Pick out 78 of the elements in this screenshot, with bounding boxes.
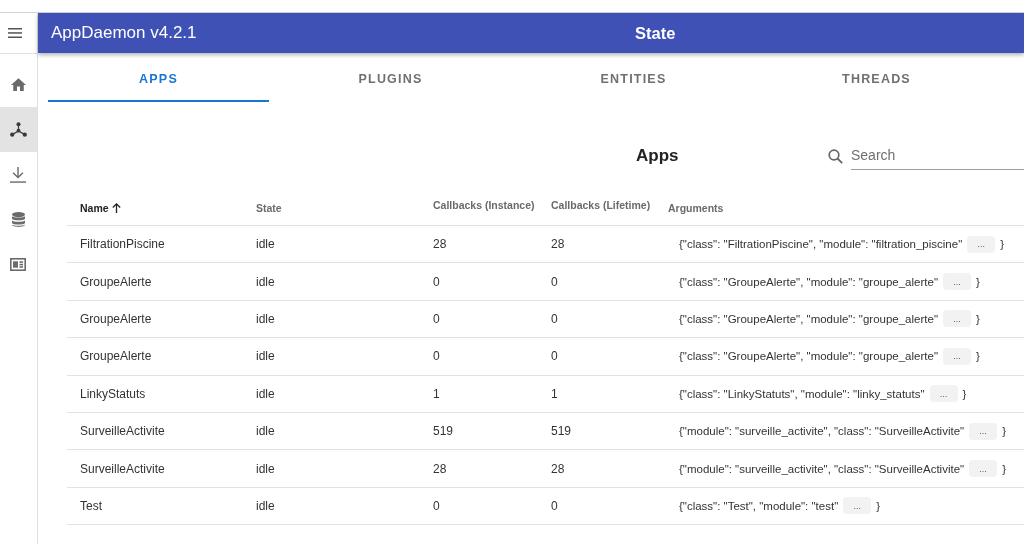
arguments-text: {"class": "Test", "module": "test" — [679, 499, 839, 512]
arguments-text: {"class": "FiltrationPiscine", "module": "filtration_piscine" — [679, 238, 963, 251]
table-cell: 0 — [433, 498, 440, 513]
arguments-text: {"class": "GroupeAlerte", "module": "groupe_alerte" — [679, 312, 938, 325]
search-field[interactable]: Search — [851, 142, 1024, 170]
column-header[interactable]: Name — [80, 201, 121, 214]
arguments-text: {"class": "LinkyStatuts", "module": "linky_statuts" — [679, 387, 925, 400]
table-cell: idle — [256, 461, 275, 476]
table-cell: GroupeAlerte — [80, 311, 152, 326]
table-cell: 519 — [433, 424, 454, 439]
table-cell: 28 — [551, 461, 565, 476]
expand-button[interactable]: ... — [967, 235, 996, 253]
download-icon — [10, 166, 26, 183]
expand-button[interactable]: ... — [929, 385, 958, 403]
table-cell: 28 — [551, 237, 565, 252]
section-title: Apps — [636, 146, 679, 166]
closing-brace: } — [975, 275, 980, 288]
table-cell: 0 — [433, 311, 440, 326]
menu-icon[interactable] — [8, 28, 22, 38]
table-cell: 1 — [551, 386, 558, 401]
network-nodes-icon — [9, 122, 27, 137]
arguments-text: {"module": "surveille_activite", "class": "SurveilleActivite" — [679, 462, 965, 475]
expand-button[interactable]: ... — [942, 273, 971, 291]
expand-button[interactable]: ... — [942, 310, 971, 328]
arguments-text: {"class": "GroupeAlerte", "module": "groupe_alerte" — [679, 275, 938, 288]
expand-button[interactable]: ... — [969, 460, 998, 478]
table-cell: 0 — [551, 274, 558, 289]
tab[interactable]: APPS — [48, 60, 269, 102]
table-cell: idle — [256, 386, 275, 401]
table-cell: idle — [256, 424, 275, 439]
column-header[interactable]: Callbacks (Instance) — [433, 199, 535, 211]
table-cell: idle — [256, 498, 275, 513]
closing-brace: } — [1000, 238, 1005, 251]
app-title: AppDaemon v4.2.1 — [51, 23, 197, 43]
column-header[interactable]: Arguments — [668, 201, 724, 214]
closing-brace: } — [975, 312, 980, 325]
expand-button[interactable]: ... — [843, 497, 872, 515]
table-cell: SurveilleActivite — [80, 424, 165, 439]
table-cell: 0 — [433, 274, 440, 289]
table-cell: SurveilleActivite — [80, 461, 165, 476]
page-title: State — [635, 23, 676, 43]
card-list-icon — [10, 258, 26, 271]
column-header[interactable]: Callbacks (Lifetime) — [551, 199, 651, 211]
arguments-text: {"module": "surveille_activite", "class": "SurveilleActivite" — [679, 425, 965, 438]
closing-brace: } — [1002, 425, 1006, 438]
table-cell: 0 — [551, 311, 558, 326]
table-cell: 0 — [551, 498, 558, 513]
table-cell: 28 — [433, 461, 447, 476]
expand-button[interactable]: ... — [942, 347, 971, 365]
closing-brace: } — [975, 350, 980, 363]
table-cell: 0 — [551, 349, 558, 364]
table-cell: 0 — [433, 349, 440, 364]
tab[interactable]: ENTITIES — [512, 60, 755, 102]
home-icon — [10, 78, 26, 91]
table-cell: LinkyStatuts — [80, 386, 146, 401]
closing-brace: } — [962, 387, 967, 400]
search-icon — [828, 148, 843, 164]
table-cell: GroupeAlerte — [80, 349, 152, 364]
arguments-text: {"class": "GroupeAlerte", "module": "groupe_alerte" — [679, 350, 938, 363]
table-cell: idle — [256, 274, 275, 289]
database-icon — [11, 212, 25, 227]
column-header[interactable]: State — [256, 201, 282, 214]
closing-brace: } — [1002, 462, 1006, 475]
table-cell: 28 — [433, 237, 447, 252]
table-cell: idle — [256, 237, 275, 252]
table-cell: GroupeAlerte — [80, 274, 152, 289]
table-cell: 519 — [551, 424, 572, 439]
expand-button[interactable]: ... — [969, 422, 998, 440]
sort-arrow-icon — [111, 202, 121, 213]
table-cell: Test — [80, 498, 102, 513]
table-cell: idle — [256, 311, 275, 326]
table-cell: idle — [256, 349, 275, 364]
tab[interactable]: THREADS — [755, 60, 998, 102]
tab[interactable]: PLUGINS — [269, 60, 512, 102]
table-cell: FiltrationPiscine — [80, 237, 165, 252]
nav-item[interactable] — [0, 107, 37, 152]
table-cell: 1 — [433, 386, 440, 401]
closing-brace: } — [876, 499, 881, 512]
